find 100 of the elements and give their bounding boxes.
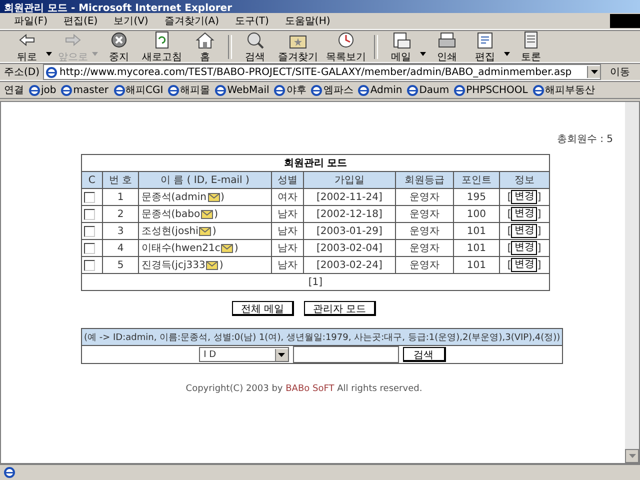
member-name-end: ) bbox=[220, 192, 224, 202]
link-item[interactable]: 야후 bbox=[274, 83, 306, 97]
table-cell: 101 bbox=[454, 222, 500, 240]
brand-link[interactable]: BABo SoFT bbox=[286, 384, 334, 394]
column-header: 번 호 bbox=[102, 172, 139, 188]
total-members: 총회원수 : 5 bbox=[556, 133, 613, 146]
link-item[interactable]: 해피부동산 bbox=[532, 83, 595, 97]
link-item[interactable]: Admin bbox=[358, 84, 402, 96]
link-item[interactable]: master bbox=[61, 84, 109, 96]
column-header: 정보 bbox=[499, 172, 550, 188]
member-name-end: ) bbox=[212, 226, 216, 236]
table-cell: [2003-02-24] bbox=[303, 256, 396, 274]
link-item[interactable]: job bbox=[29, 84, 56, 96]
envelope-icon[interactable] bbox=[206, 260, 218, 270]
member-name: 진경득(jcj333 bbox=[141, 259, 206, 272]
table-cell: 3 bbox=[102, 222, 139, 240]
toolbar-button[interactable]: 편집 bbox=[466, 30, 504, 64]
action-button[interactable]: 전체 메일 bbox=[232, 301, 294, 316]
toolbar-button[interactable]: 검색 bbox=[236, 30, 274, 64]
menu-item[interactable]: 파일(F) bbox=[8, 14, 54, 28]
toolbar-button[interactable]: 즐겨찾기 bbox=[274, 30, 322, 64]
link-item[interactable]: Daum bbox=[407, 84, 450, 96]
toolbar-button[interactable]: 중지 bbox=[100, 30, 138, 64]
toolbar-icon bbox=[436, 30, 458, 50]
page-icon bbox=[114, 84, 125, 96]
search-type-select[interactable]: I D bbox=[198, 347, 289, 362]
menu-item[interactable]: 보기(V) bbox=[108, 14, 154, 28]
checkbox[interactable] bbox=[84, 260, 95, 270]
link-item[interactable]: 엠파스 bbox=[311, 83, 354, 97]
checkbox[interactable] bbox=[84, 242, 95, 254]
go-button[interactable]: 이동 bbox=[604, 65, 636, 79]
table-cell: 1 bbox=[102, 188, 139, 206]
table-cell: 운영자 bbox=[395, 206, 454, 222]
column-header: 회원등급 bbox=[395, 172, 454, 188]
page-icon bbox=[274, 84, 286, 96]
table-cell: [2003-01-29] bbox=[303, 222, 396, 240]
search-field[interactable] bbox=[292, 346, 399, 363]
edit-button[interactable]: 변경 bbox=[511, 241, 538, 255]
edit-button[interactable]: 변경 bbox=[511, 190, 538, 204]
table-cell: 4 bbox=[102, 240, 139, 256]
bracket: [ bbox=[507, 242, 512, 254]
member-name: 문종석(admin bbox=[141, 191, 206, 204]
toolbar-button[interactable]: 목록보기 bbox=[322, 30, 370, 64]
dropdown-arrow-icon[interactable] bbox=[278, 352, 286, 356]
toolbar-button[interactable]: 메일 bbox=[382, 30, 420, 64]
column-header: 가입일 bbox=[303, 172, 396, 188]
column-header: C bbox=[82, 172, 102, 188]
page-icon bbox=[454, 84, 466, 96]
page-icon bbox=[168, 84, 180, 96]
member-name: 문종석(babo bbox=[141, 208, 200, 221]
toolbar-button[interactable]: 토론 bbox=[512, 30, 550, 64]
pagination[interactable]: [1] bbox=[82, 274, 550, 290]
menu-item[interactable]: 즐겨찾기(A) bbox=[158, 14, 225, 28]
member-name-end: ) bbox=[214, 208, 218, 220]
address-field[interactable]: http://www.mycorea.com/TEST/BABO-PROJECT/SITE-GALAXY/member/admin/BABO_adminmember.asp bbox=[42, 64, 601, 80]
toolbar-button[interactable]: 뒤로 bbox=[8, 30, 46, 64]
link-item[interactable]: PHPSCHOOL bbox=[454, 84, 528, 96]
envelope-icon[interactable] bbox=[221, 244, 234, 252]
checkbox[interactable] bbox=[84, 208, 95, 220]
edit-button[interactable]: 변경 bbox=[511, 207, 538, 221]
table-cell: [2002-11-24] bbox=[303, 188, 396, 206]
member-name-end: ) bbox=[234, 242, 238, 254]
page-icon bbox=[311, 84, 322, 96]
table-cell: 남자 bbox=[271, 206, 304, 222]
scroll-down-arrow-icon[interactable] bbox=[628, 454, 636, 458]
table-cell: 여자 bbox=[271, 188, 304, 206]
checkbox[interactable] bbox=[84, 192, 95, 202]
page-icon bbox=[61, 84, 72, 96]
toolbar-button[interactable]: 인쇄 bbox=[428, 30, 466, 64]
toolbar-button[interactable]: 홈 bbox=[186, 30, 224, 64]
link-item[interactable]: WebMail bbox=[215, 84, 270, 96]
checkbox[interactable] bbox=[84, 226, 95, 236]
column-header: 이 름 ( ID, E-mail ) bbox=[138, 172, 272, 188]
scrollbar[interactable] bbox=[625, 102, 639, 463]
bracket: [ bbox=[507, 260, 512, 270]
menu-item[interactable]: 도구(T) bbox=[229, 14, 275, 28]
dropdown-arrow-icon[interactable] bbox=[590, 70, 598, 74]
table-cell: 2 bbox=[102, 206, 139, 222]
link-item[interactable]: 해피몰 bbox=[168, 83, 210, 97]
action-button[interactable]: 관리자 모드 bbox=[304, 301, 376, 316]
search-button[interactable]: 검색 bbox=[402, 347, 446, 362]
table-cell: [2003-02-04] bbox=[303, 240, 396, 256]
table-cell: 운영자 bbox=[395, 188, 454, 206]
envelope-icon[interactable] bbox=[199, 226, 212, 236]
toolbar-button[interactable]: 새로고침 bbox=[138, 30, 186, 64]
edit-button[interactable]: 변경 bbox=[511, 224, 538, 238]
edit-button[interactable]: 변경 bbox=[511, 258, 538, 272]
envelope-icon[interactable] bbox=[201, 210, 214, 218]
envelope-icon[interactable] bbox=[208, 192, 220, 202]
search-hint: (예 -> ID:admin, 이름:문종석, 성별:0(남) 1(여), 생년월일:1979, 사는곳:대구, 등급:1(운영),2(부운영),3(VIP),4(정)) bbox=[82, 328, 563, 346]
caret-icon[interactable] bbox=[420, 52, 426, 56]
table-cell: 운영자 bbox=[395, 222, 454, 240]
menu-item[interactable]: 편집(E) bbox=[58, 14, 104, 28]
caret-icon[interactable] bbox=[504, 52, 510, 56]
table-cell: 101 bbox=[454, 240, 500, 256]
member-name: 이태수(hwen21c bbox=[141, 242, 220, 255]
caret-icon[interactable] bbox=[46, 52, 52, 56]
link-item[interactable]: 해피CGI bbox=[114, 83, 164, 97]
table-cell: 5 bbox=[102, 256, 139, 274]
menu-item[interactable]: 도움말(H) bbox=[278, 14, 336, 28]
